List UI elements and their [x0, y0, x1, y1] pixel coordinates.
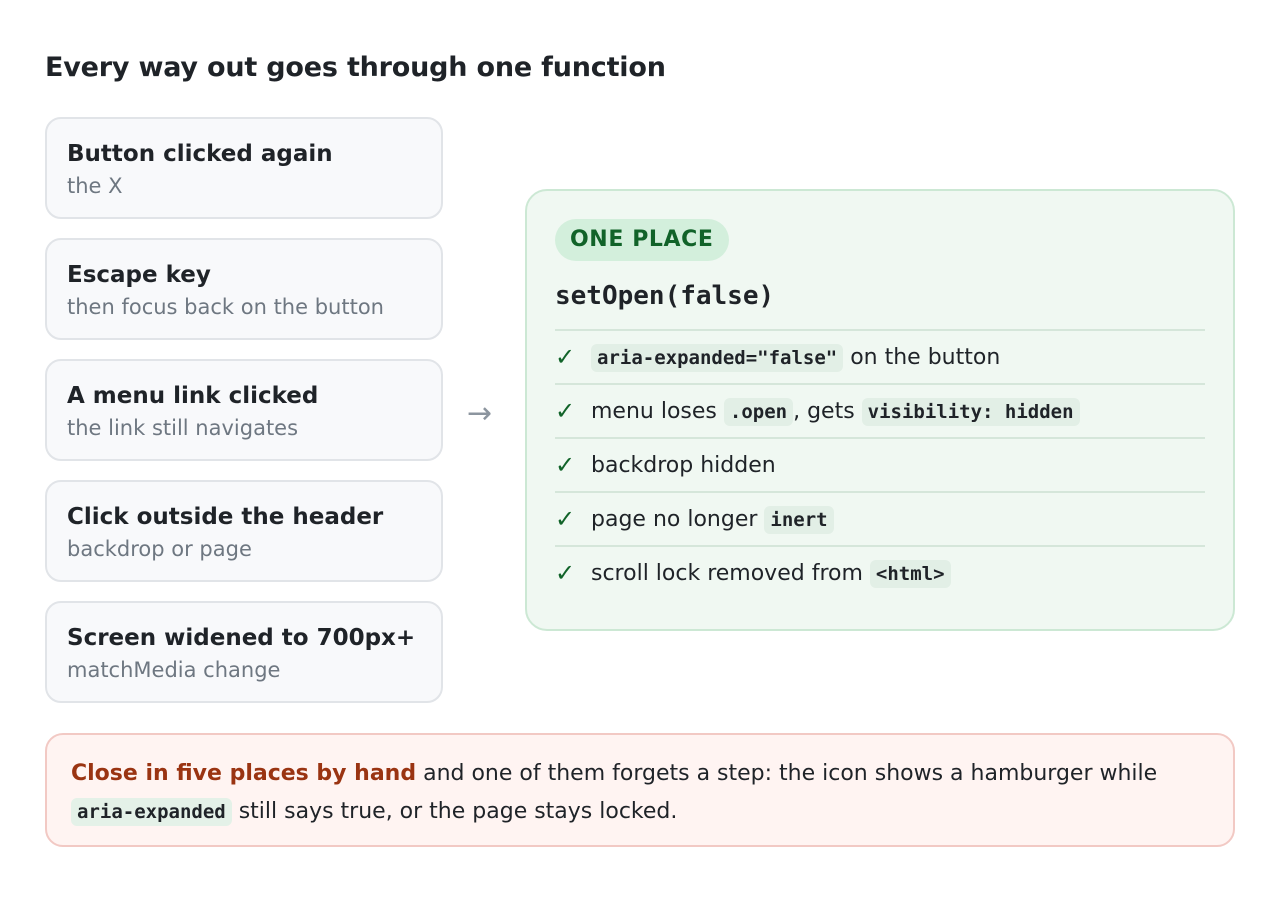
trigger-subtitle: backdrop or page: [67, 537, 252, 561]
trigger-title: A menu link clicked: [67, 383, 319, 409]
trigger-title: Escape key: [67, 262, 211, 288]
page-title: Every way out goes through one function: [45, 52, 666, 83]
diagram-page: Every way out goes through one function …: [0, 0, 1280, 900]
step-menu-visibility: ✓ menu loses .open, gets visibility: hid…: [555, 385, 1205, 439]
trigger-subtitle: the link still navigates: [67, 416, 299, 440]
check-icon: ✓: [555, 397, 576, 425]
warning-emphasis: Close in five places by hand: [71, 761, 417, 786]
step-text: menu loses: [591, 398, 724, 424]
warning-callout: Close in five places by hand and one of …: [45, 733, 1235, 847]
code-snippet: .open: [723, 397, 794, 426]
right-arrow-icon: →: [467, 396, 493, 431]
step-text: on the button: [843, 344, 1001, 370]
code-snippet: inert: [764, 505, 834, 534]
code-snippet: visibility: hidden: [861, 397, 1080, 426]
code-snippet: aria-expanded="false": [591, 343, 844, 372]
check-icon: ✓: [555, 451, 576, 479]
trigger-card-menu-link: A menu link clicked the link still navig…: [45, 359, 443, 461]
trigger-card-click-outside: Click outside the header backdrop or pag…: [45, 480, 443, 582]
check-icon: ✓: [555, 505, 576, 533]
steps-list: ✓ aria-expanded="false" on the button ✓ …: [555, 329, 1205, 599]
warning-text: and one of them forgets a step: the icon…: [416, 761, 1158, 786]
check-icon: ✓: [555, 343, 576, 371]
trigger-title: Button clicked again: [67, 141, 333, 167]
trigger-card-escape-key: Escape key then focus back on the button: [45, 238, 443, 340]
trigger-title: Click outside the header: [67, 504, 384, 530]
step-backdrop-hidden: ✓ backdrop hidden: [555, 439, 1205, 493]
trigger-title: Screen widened to 700px+: [67, 625, 416, 651]
step-text: scroll lock removed from: [591, 560, 870, 586]
trigger-card-button-clicked: Button clicked again the X: [45, 117, 443, 219]
step-page-inert: ✓ page no longer inert: [555, 493, 1205, 547]
step-aria-expanded: ✓ aria-expanded="false" on the button: [555, 331, 1205, 385]
trigger-subtitle: the X: [67, 174, 123, 198]
step-text: , gets: [793, 398, 862, 424]
code-snippet: aria-expanded: [71, 798, 232, 826]
step-text: page no longer: [591, 506, 765, 532]
check-icon: ✓: [555, 559, 576, 587]
step-text: backdrop hidden: [591, 452, 776, 478]
trigger-card-screen-widened: Screen widened to 700px+ matchMedia chan…: [45, 601, 443, 703]
one-place-panel: ONE PLACE setOpen(false) ✓ aria-expanded…: [525, 189, 1235, 631]
warning-text: still says true, or the page stays locke…: [231, 799, 678, 824]
step-scroll-lock: ✓ scroll lock removed from <html>: [555, 547, 1205, 599]
trigger-subtitle: then focus back on the button: [67, 295, 384, 319]
one-place-badge: ONE PLACE: [555, 219, 729, 261]
function-name: setOpen(false): [555, 281, 775, 311]
exit-triggers-list: Button clicked again the X Escape key th…: [45, 117, 443, 703]
trigger-subtitle: matchMedia change: [67, 658, 281, 682]
code-snippet: <html>: [869, 559, 951, 588]
